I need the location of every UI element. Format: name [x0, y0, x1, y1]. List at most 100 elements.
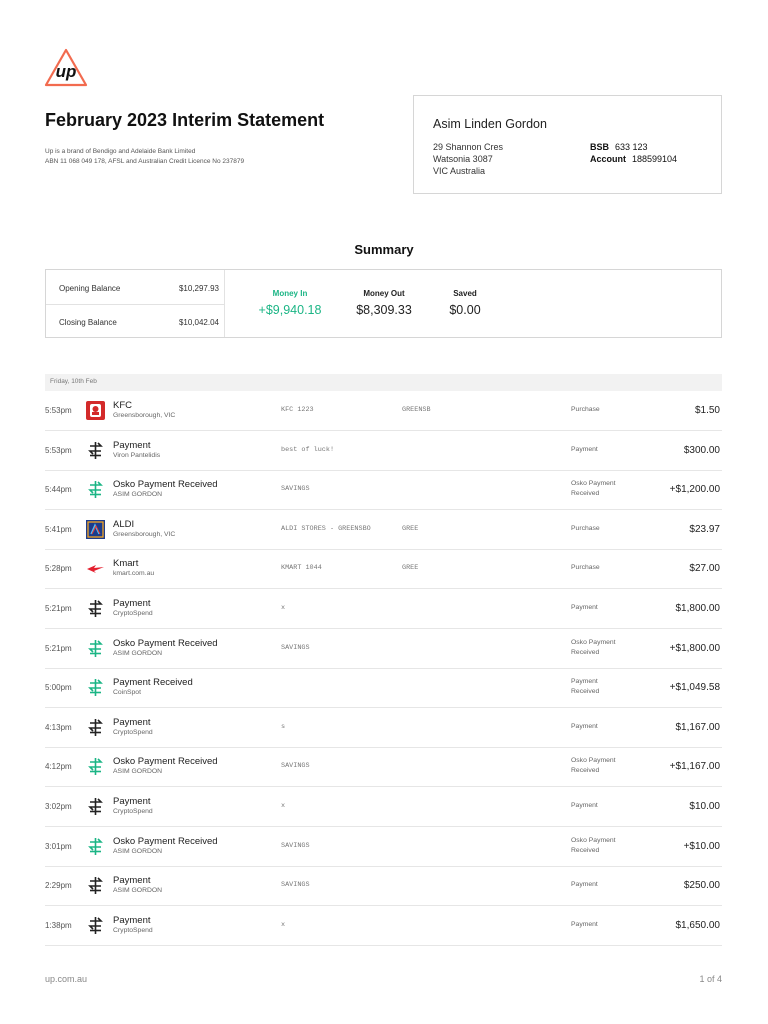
transaction-description: SAVINGS	[281, 643, 310, 652]
kfc-logo-icon	[86, 401, 105, 420]
transfer-green-icon	[86, 837, 105, 856]
merchant-detail: ASIM GORDON	[113, 887, 163, 895]
summary-title: Summary	[354, 242, 414, 257]
merchant-detail: Viron Pantelidis	[113, 451, 161, 459]
transaction-description: SAVINGS	[281, 485, 310, 494]
transaction-row: 4:12pm Osko Payment Received ASIM GORDON SA…	[45, 747, 722, 788]
merchant-detail: CoinSpot	[113, 689, 141, 697]
transaction-description: x	[281, 604, 286, 612]
transaction-time: 1:38pm	[45, 920, 72, 930]
transaction-type-line-1: Payment	[571, 604, 598, 611]
transaction-type: Purchase	[571, 563, 600, 573]
transaction-row: 5:53pm Payment Viron Pantelidis best of luc…	[45, 431, 722, 471]
transaction-type-line-1: Purchase	[571, 524, 600, 532]
transaction-time: 5:00pm	[45, 683, 72, 693]
transaction-description: SAVINGS	[281, 762, 310, 771]
transaction-time: 5:53pm	[45, 445, 72, 455]
transfer-green-icon	[86, 480, 105, 499]
merchant-detail: ASIM GORDON	[113, 768, 163, 776]
transaction-type-line-2: Received	[571, 688, 600, 696]
transaction-type-line-1: Osko Payment	[571, 757, 616, 765]
transaction-type-line-1: Osko Payment	[571, 836, 616, 844]
transaction-type-line-1: Osko Payment	[571, 638, 616, 646]
transaction-row: 4:13pm Payment CryptoSpend s Payment $1,167.0…	[45, 708, 722, 748]
merchant-name: Payment	[113, 796, 151, 807]
transaction-row: 5:28pm Kmart kmart.com.au KMART 1044 GREE Pur…	[45, 549, 722, 590]
kmart-logo-icon	[86, 559, 105, 578]
merchant-detail: ASIM GORDON	[113, 649, 163, 657]
transaction-type-line-1: Payment	[571, 881, 598, 889]
transaction-description-location: GREENSB	[402, 406, 431, 414]
transaction-time: 3:01pm	[45, 841, 72, 851]
legal-text: Up is a brand of Bendigo and Adelaide Ba…	[45, 147, 244, 167]
merchant-name: Osko Payment Received	[113, 756, 218, 768]
transaction-type: Purchase	[571, 405, 600, 415]
transaction-type-line-1: Purchase	[571, 406, 600, 413]
footer-page-number: 1 of 4	[699, 974, 722, 984]
summary-vertical-divider	[224, 270, 225, 337]
merchant-detail: ASIM GORDON	[113, 491, 163, 499]
merchant-name: Payment Received	[113, 677, 193, 689]
legal-line-2: ABN 11 068 049 178, AFSL and Australian …	[45, 158, 245, 165]
transaction-time: 2:29pm	[45, 881, 72, 891]
transaction-time: 5:41pm	[45, 524, 72, 534]
transaction-type: Osko Payment Received	[571, 836, 616, 856]
transaction-amount: $1,167.00	[675, 721, 721, 733]
money-out-label: Money Out	[363, 289, 405, 298]
merchant-detail: CryptoSpend	[113, 610, 153, 617]
saved-value: $0.00	[449, 303, 481, 317]
transaction-amount: +$1,049.58	[669, 682, 720, 694]
transaction-row: 3:02pm Payment CryptoSpend x Payment $10.00	[45, 787, 722, 827]
transaction-description: SAVINGS	[281, 841, 310, 850]
transaction-description-location: GREE	[402, 524, 419, 533]
transaction-type-line-2: Received	[571, 767, 600, 775]
transaction-type: Osko Payment Received	[571, 756, 616, 776]
transaction-description-location: GREE	[402, 564, 419, 573]
closing-balance-label: Closing Balance	[59, 318, 117, 327]
transfer-green-icon	[86, 639, 105, 658]
transaction-amount: $10.00	[689, 801, 720, 812]
transaction-time: 4:12pm	[45, 762, 72, 772]
transfer-icon	[86, 718, 105, 737]
aldi-logo-icon	[86, 519, 105, 539]
merchant-name: Payment	[113, 439, 151, 451]
transaction-type: Purchase	[571, 524, 600, 534]
account-label: Account	[590, 154, 626, 164]
transaction-type: Payment	[571, 920, 598, 930]
transaction-type-line-1: Payment	[571, 678, 598, 686]
transaction-type: Payment	[571, 880, 598, 890]
merchant-detail: CryptoSpend	[113, 728, 153, 736]
summary-box: Opening Balance $10,297.93 Closing Balan…	[45, 269, 722, 338]
transaction-row: 2:29pm Payment ASIM GORDON SAVINGS Payment $2…	[45, 866, 722, 907]
day-header-label: Friday, 10th Feb	[50, 378, 97, 385]
transaction-type-line-2: Received	[571, 648, 600, 656]
summary-divider	[46, 304, 224, 305]
transaction-description: x	[281, 920, 286, 929]
transaction-type: Osko Payment Received	[571, 479, 616, 499]
account-row: Account 188599104	[590, 154, 677, 164]
transaction-amount: $300.00	[683, 444, 720, 456]
merchant-name: Osko Payment Received	[113, 637, 218, 649]
merchant-detail: kmart.com.au	[113, 570, 155, 578]
transaction-amount: +$1,200.00	[669, 484, 720, 496]
account-holder-name: Asim Linden Gordon	[433, 117, 547, 131]
money-in-value: +$9,940.18	[258, 303, 322, 317]
transaction-type: Osko Payment Received	[571, 638, 616, 658]
transaction-type-line-1: Payment	[571, 920, 598, 928]
transaction-amount: $27.00	[689, 563, 720, 575]
transfer-icon	[86, 441, 105, 460]
transaction-time: 5:21pm	[45, 604, 72, 613]
merchant-detail: Greensborough, VIC	[113, 530, 176, 538]
transaction-amount: $1.50	[694, 405, 720, 416]
bsb-row: BSB 633 123	[590, 142, 648, 152]
address-line-1: 29 Shannon Cres	[433, 142, 504, 152]
transaction-description: s	[281, 722, 286, 731]
transaction-row: 5:53pm KFC Greensborough, VIC KFC 1223 GREEN…	[45, 391, 722, 431]
opening-balance-label: Opening Balance	[59, 284, 121, 293]
merchant-detail: CryptoSpend	[113, 926, 153, 934]
merchant-name: Kmart	[113, 558, 139, 570]
merchant-detail: ASIM GORDON	[113, 847, 163, 855]
transaction-description: KFC 1223	[281, 406, 314, 414]
money-out-value: $8,309.33	[356, 303, 412, 317]
transfer-icon	[86, 876, 105, 895]
